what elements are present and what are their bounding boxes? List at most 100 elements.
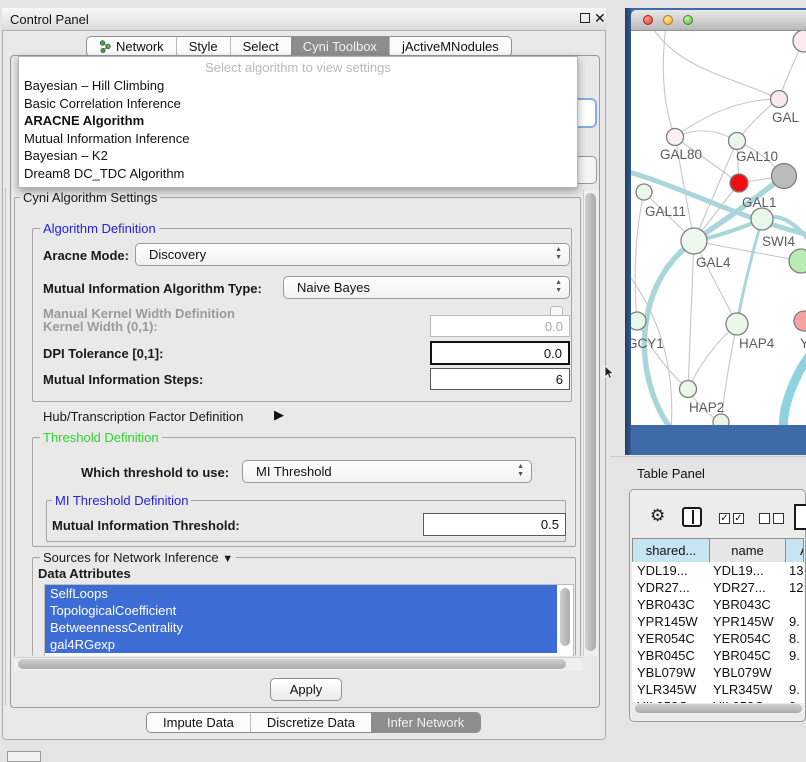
table-row[interactable]: YLR345WYLR345W9.	[632, 681, 804, 698]
network-node[interactable]	[793, 31, 806, 52]
maximize-traffic-light[interactable]	[683, 15, 693, 25]
network-node-gal11[interactable]	[636, 184, 652, 200]
apply-button[interactable]: Apply	[270, 678, 342, 701]
aracne-mode-value: Discovery	[149, 247, 206, 262]
table-row[interactable]: YBR043CYBR043C	[632, 596, 804, 613]
network-node-swi4[interactable]	[751, 208, 773, 230]
table-row[interactable]: YBR045CYBR045C9.	[632, 647, 804, 664]
combo-arrows-icon: ▲▼	[517, 463, 524, 479]
expand-arrow-icon[interactable]: ▼	[222, 553, 233, 565]
network-canvas[interactable]: GAL GAL80 GAL10 GAL1 SWI4 GAL11 GAL4 GCY…	[631, 31, 806, 425]
tab-jactivemnodules[interactable]: jActiveMNodules	[389, 37, 511, 56]
column-header-clipped[interactable]: A	[786, 539, 803, 562]
tab-infer-network-label: Infer Network	[387, 713, 464, 733]
combo-arrows-icon: ▲▼	[555, 246, 562, 262]
network-node-gal4[interactable]	[681, 228, 707, 254]
column-header-shared-name[interactable]: shared...	[633, 539, 710, 562]
aracne-mode-combo[interactable]: Discovery ▲▼	[135, 243, 570, 266]
network-tab-icon	[99, 40, 112, 53]
table-hscrollbar-thumb[interactable]	[635, 704, 802, 713]
mi-algorithm-type-combo[interactable]: Naive Bayes ▲▼	[283, 276, 570, 299]
attribute-item-selected[interactable]: gal4RGexp	[45, 636, 557, 653]
mi-steps-field[interactable]: 6	[430, 368, 570, 390]
minimize-traffic-light[interactable]	[663, 15, 673, 25]
mi-steps-label: Mutual Information Steps:	[43, 372, 203, 387]
algorithm-option-selected[interactable]: ARACNE Algorithm	[19, 112, 577, 130]
mi-threshold-label: Mutual Information Threshold:	[52, 518, 240, 533]
gear-icon[interactable]: ⚙	[650, 506, 665, 526]
attribute-item-selected[interactable]: TopologicalCoefficient	[45, 602, 557, 619]
network-node-gal[interactable]	[771, 91, 788, 108]
tab-discretize-data[interactable]: Discretize Data	[250, 713, 371, 732]
table-row[interactable]: YDR27...YDR27...12	[632, 579, 804, 596]
sources-title-text: Sources for Network Inference	[43, 550, 219, 565]
kernel-width-field: 0.0	[430, 315, 570, 337]
algorithm-option[interactable]: Mutual Information Inference	[19, 130, 577, 148]
network-edge	[784, 351, 806, 425]
network-edge	[737, 219, 762, 324]
algorithm-option[interactable]: Bayesian – K2	[19, 147, 577, 165]
cyni-bottom-tabbar: Impute Data Discretize Data Infer Networ…	[146, 712, 481, 733]
table-row[interactable]: YBL079WYBL079W	[632, 664, 804, 681]
combo-arrows-icon: ▲▼	[555, 279, 562, 295]
table-row[interactable]: YIL052CYIL052C9.	[632, 698, 804, 703]
close-traffic-light[interactable]	[643, 15, 653, 25]
network-node[interactable]	[713, 414, 729, 425]
network-window-titlebar[interactable]	[631, 10, 806, 31]
algorithm-option[interactable]: Bayesian – Hill Climbing	[19, 77, 577, 95]
table-row[interactable]: YPR145WYPR145W9.	[632, 613, 804, 630]
node-label: GAL1	[742, 195, 777, 210]
which-threshold-combo[interactable]: MI Threshold ▲▼	[242, 460, 532, 483]
tab-infer-network[interactable]: Infer Network	[371, 713, 480, 732]
attributes-list-scrollbar[interactable]	[560, 588, 570, 646]
network-node-gray[interactable]	[772, 164, 797, 189]
network-node[interactable]	[789, 249, 806, 273]
attribute-item-selected[interactable]: SelfLoops	[45, 585, 557, 602]
control-panel-title: Control Panel	[10, 12, 89, 27]
mouse-cursor	[604, 366, 616, 380]
network-edge	[651, 31, 779, 99]
tab-style-label: Style	[189, 37, 218, 57]
network-node-hap4[interactable]	[726, 313, 748, 335]
checkbox-checked-icon[interactable]: ✓	[719, 513, 730, 524]
network-node-gcy1[interactable]	[631, 312, 646, 330]
tab-select[interactable]: Select	[230, 37, 291, 56]
tab-network[interactable]: Network	[87, 37, 176, 56]
node-label: GAL11	[645, 204, 686, 219]
tab-impute-data[interactable]: Impute Data	[147, 713, 250, 732]
table-document-icon[interactable]	[794, 504, 806, 530]
table-row[interactable]: YER054CYER054C8.	[632, 630, 804, 647]
network-node-gal10[interactable]	[729, 133, 746, 150]
network-node-gal80[interactable]	[667, 129, 684, 146]
settings-vscrollbar-thumb[interactable]	[585, 193, 596, 651]
data-attributes-label: Data Attributes	[38, 566, 131, 581]
checkbox-unchecked-icon[interactable]	[773, 513, 784, 524]
tab-style[interactable]: Style	[176, 37, 230, 56]
tab-select-label: Select	[243, 37, 279, 57]
node-label: HAP2	[689, 400, 724, 415]
settings-hscrollbar-thumb[interactable]	[18, 659, 566, 669]
algorithm-option[interactable]: Dream8 DC_TDC Algorithm	[19, 165, 577, 183]
column-header-name[interactable]: name	[710, 539, 786, 562]
dpi-tolerance-field[interactable]: 0.0	[430, 341, 570, 365]
float-window-icon[interactable]	[580, 13, 590, 23]
data-attributes-list: SelfLoops TopologicalCoefficient Between…	[44, 584, 574, 656]
node-label: Y	[800, 336, 806, 351]
checkbox-checked-icon[interactable]: ✓	[733, 513, 744, 524]
close-icon[interactable]: ✕	[594, 10, 606, 27]
columns-icon[interactable]	[682, 507, 702, 527]
collapse-arrow-icon[interactable]: ▶	[274, 407, 284, 423]
network-node-hap2[interactable]	[680, 381, 697, 398]
docked-panel-icon[interactable]	[7, 751, 41, 762]
sources-group-title: Sources for Network Inference ▼	[40, 550, 236, 565]
table-row[interactable]: YDL19...YDL19...13	[632, 562, 804, 579]
mi-threshold-field[interactable]: 0.5	[423, 513, 566, 536]
network-node-gal1-selected[interactable]	[730, 174, 748, 192]
network-node[interactable]	[794, 311, 806, 331]
algorithm-option[interactable]: Basic Correlation Inference	[19, 95, 577, 113]
tab-cyni-toolbox[interactable]: Cyni Toolbox	[291, 37, 389, 56]
table-header-row: shared... name A	[632, 538, 804, 562]
attribute-item-selected[interactable]: BetweennessCentrality	[45, 619, 557, 636]
tab-discretize-data-label: Discretize Data	[267, 713, 355, 733]
checkbox-unchecked-icon[interactable]	[759, 513, 770, 524]
